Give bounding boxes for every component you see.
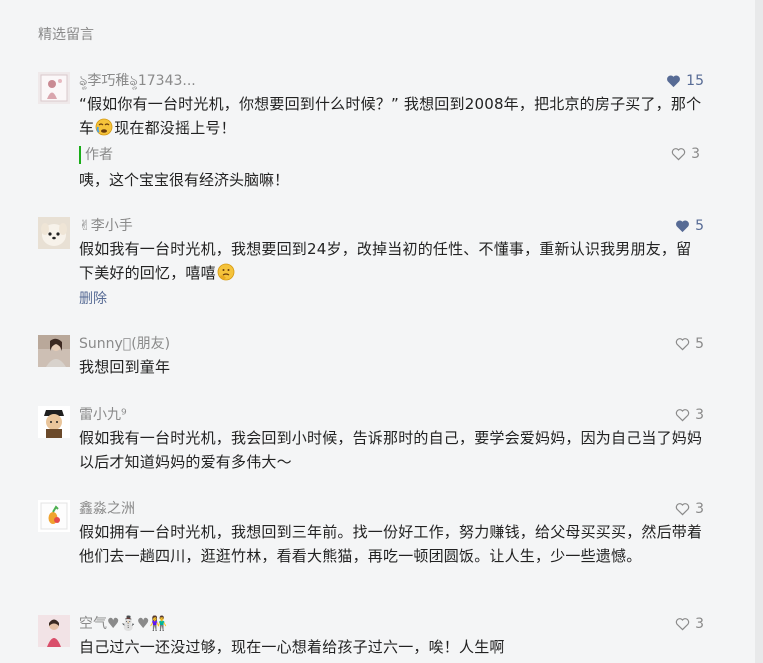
heart-outline-icon [671, 148, 686, 161]
like-button[interactable]: 15 [666, 72, 704, 90]
avatar-image-icon [38, 500, 70, 532]
like-button[interactable]: 3 [675, 500, 704, 518]
like-button[interactable]: 3 [675, 406, 704, 424]
comment-text: 我想回到童年 [79, 358, 171, 376]
avatar-image-icon [38, 406, 70, 438]
like-button[interactable]: 5 [675, 335, 704, 353]
commenter-name[interactable]: 雷小九⁹ [79, 406, 127, 424]
comment-text: 假如拥有一台时光机，我想回到三年前。找一份好工作，努力赚钱，给父母买买买，然后带… [79, 523, 703, 565]
heart-filled-icon [676, 220, 690, 233]
like-count: 3 [695, 616, 704, 632]
comment-text: 假如我有一台时光机，我想要回到24岁，改掉当初的任性、不懂事，重新认识我男朋友，… [79, 237, 704, 285]
heart-outline-icon [675, 503, 690, 516]
like-count: 3 [695, 407, 704, 423]
section-title: 精选留言 [38, 27, 94, 43]
avatar-image-icon [38, 72, 70, 104]
like-button[interactable]: 5 [675, 217, 704, 235]
commenter-name[interactable]: 空气♥⛄♥👫 [79, 615, 167, 633]
comment-text: 自己过六一还没过够，现在一心想着给孩子过六一，唉！人生啊 [79, 638, 505, 656]
avatar[interactable] [38, 615, 70, 647]
author-reply: 作者 咦，这个宝宝很有经济头脑嘛！ 3 [79, 146, 704, 192]
heart-outline-icon [675, 618, 690, 631]
avatar[interactable] [38, 500, 70, 532]
scrollbar-track[interactable] [755, 0, 763, 663]
commenter-name[interactable]: 鑫淼之洲 [79, 500, 135, 518]
reply-like-button[interactable]: 3 [671, 146, 700, 162]
avatar-image-icon [38, 217, 70, 249]
reply-like-count: 3 [691, 146, 700, 162]
heart-outline-icon [675, 409, 690, 422]
reply-author-label: 作者 [79, 146, 704, 164]
heart-outline-icon [675, 338, 690, 351]
comment-text: 假如我有一台时光机，我会回到小时候，告诉那时的自己，要学会爱妈妈，因为自己当了妈… [79, 429, 703, 471]
avatar[interactable] [38, 335, 70, 367]
commenter-name[interactable]: Sunny􏰀(朋友) [79, 335, 170, 353]
reply-text: 咦，这个宝宝很有经济头脑嘛！ [79, 171, 290, 189]
like-count: 15 [686, 73, 704, 89]
like-count: 5 [695, 336, 704, 352]
like-button[interactable]: 3 [675, 615, 704, 633]
avatar-image-icon [38, 335, 70, 367]
avatar[interactable] [38, 406, 70, 438]
commenter-name[interactable]: ৡ李巧稚ৡ17343... [79, 72, 196, 90]
crying-face-emoji-icon [95, 118, 113, 136]
like-count: 3 [695, 501, 704, 517]
comment-text-part: 假如我有一台时光机，我想要回到24岁，改掉当初的任性、不懂事，重新认识我男朋友，… [79, 240, 692, 282]
thinking-face-emoji-icon [217, 263, 235, 281]
avatar[interactable] [38, 217, 70, 249]
comment-text-part: 现在都没摇上号！ [114, 119, 236, 137]
commenter-name[interactable]: ✌李小手 [79, 217, 133, 235]
like-count: 5 [695, 218, 704, 234]
comment-text: “假如你有一台时光机，你想要回到什么时候？” 我想回到2008年，把北京的房子买… [79, 92, 704, 140]
delete-link[interactable]: 删除 [79, 288, 107, 308]
avatar[interactable] [38, 72, 70, 104]
avatar-image-icon [38, 615, 70, 647]
heart-filled-icon [667, 75, 681, 88]
comments-page: 精选留言 ৡ李巧稚ৡ17343... 15 “假如你有一台时光机，你想要回到什么… [0, 0, 763, 663]
